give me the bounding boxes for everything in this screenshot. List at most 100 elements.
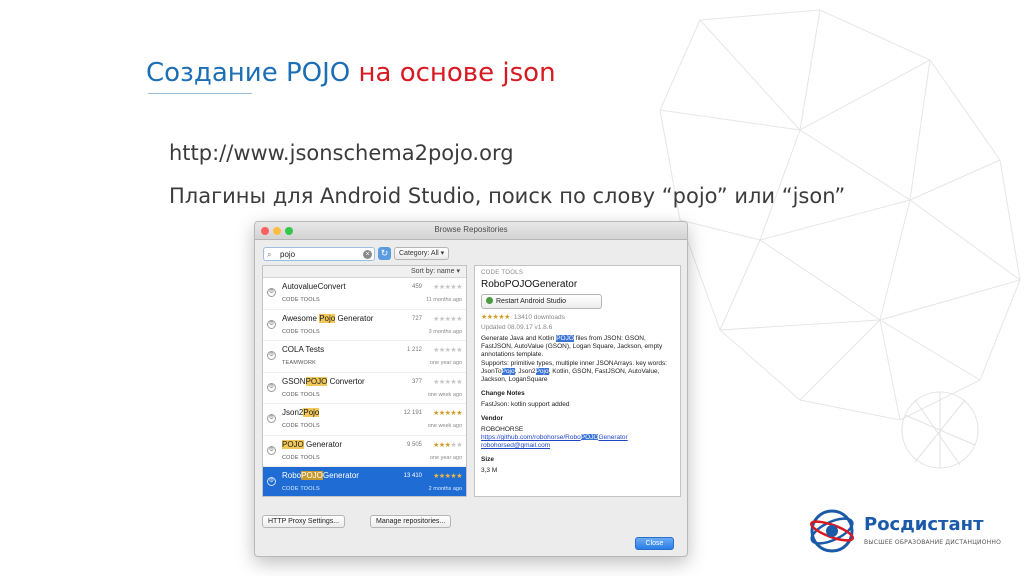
detail-plugin-name: RoboPOJOGenerator <box>481 279 578 290</box>
desc-highlight: Pojo <box>501 367 515 375</box>
plugin-category: CODE TOOLS <box>282 297 320 303</box>
change-notes-heading: Change Notes <box>481 390 525 398</box>
plugin-list-item[interactable]: ⚙ Json2Pojo CODE TOOLS 12 191 ★★★★★ one week … <box>263 404 466 436</box>
plugin-updated: one year ago <box>429 454 462 461</box>
desc-text: Generate Java and Kotlin <box>481 335 557 342</box>
plugin-name-text: COLA Tests <box>282 345 325 354</box>
plugin-name: AutovalueConvert <box>282 282 346 291</box>
change-notes-text: FastJson: kotlin support added <box>481 401 570 409</box>
desc-highlight: Pojo <box>535 367 549 375</box>
slide-title-part1: Создание POJO <box>146 58 351 88</box>
vendor-github-link[interactable]: https://github.com/robohorse/RoboPOJOGen… <box>481 434 674 442</box>
jsonschema-url: http://www.jsonschema2pojo.org <box>169 141 514 165</box>
title-underline <box>148 93 252 94</box>
plugin-name-text: Generator <box>322 471 359 480</box>
window-titlebar[interactable]: Browse Repositories <box>255 222 687 240</box>
plugin-name: POJO Generator <box>282 439 343 449</box>
vendor-email-link[interactable]: robohorsed@gmail.com <box>481 442 674 450</box>
plugin-size: 3,3 M <box>481 467 498 475</box>
close-button[interactable]: Close <box>635 537 674 550</box>
category-label: Category: All <box>399 250 439 257</box>
plugin-list-item[interactable]: ⚙ GSONPOJO Convertor CODE TOOLS 377 ★★★★★ one… <box>263 373 466 404</box>
plugin-updated: 3 months ago <box>428 328 462 335</box>
stars-filled: ★★★★★ <box>433 410 462 417</box>
chevron-down-icon: ▾ <box>456 268 460 275</box>
category-dropdown[interactable]: Category: All ▾ <box>394 247 450 260</box>
restart-android-studio-button[interactable]: Restart Android Studio <box>481 294 602 309</box>
plugin-name-text: Generator <box>303 439 343 449</box>
plugin-icon: ⚙ <box>267 445 276 455</box>
plugin-updated: 11 months ago <box>426 297 462 303</box>
plugin-list-item[interactable]: ⚙ POJO Generator CODE TOOLS 9 505 ★★★★★ one y… <box>263 436 466 467</box>
link-text: https://github.com/robohorse/Robo <box>481 434 581 442</box>
plugin-list: Sort by: name ▾ ⚙ AutovalueConvert CODE TO… <box>262 265 467 497</box>
plugin-downloads: 727 <box>411 315 422 322</box>
plugin-downloads: 459 <box>411 284 422 290</box>
plugin-name-highlight: Pojo <box>319 313 336 323</box>
search-value: pojo <box>280 250 296 259</box>
plugin-icon: ⚙ <box>267 288 276 297</box>
plugin-downloads: 13 410 <box>403 473 422 479</box>
plugin-name: COLA Tests <box>282 345 324 354</box>
vendor-heading: Vendor <box>481 415 504 423</box>
plugin-downloads: 1 212 <box>406 347 422 353</box>
plugin-list-item[interactable]: ⚙ COLA Tests TEAMWORK 1 212 ★★★★★ one year ag… <box>263 341 466 373</box>
http-proxy-settings-button[interactable]: HTTP Proxy Settings... <box>262 515 346 528</box>
plugin-rating-stars-icon: ★★★★★ <box>433 283 462 291</box>
plugin-rating-stars-icon: ★★★★★ <box>433 472 462 480</box>
plugin-updated: 2 months ago <box>428 486 462 492</box>
plugin-name-text: GSON <box>282 376 306 386</box>
slide-title: Создание POJO на основе json <box>146 58 556 88</box>
plugin-icon: ⚙ <box>267 477 276 486</box>
rating-stars-icon: ★★★★★ <box>481 314 510 321</box>
sort-label: Sort by: name <box>410 268 455 275</box>
logo-name: Росдистант <box>864 514 984 535</box>
plugin-list-item[interactable]: ⚙ RoboPOJOGenerator CODE TOOLS 13 410 ★★★★★ 2… <box>263 467 466 496</box>
plugin-name: GSONPOJO Convertor <box>282 376 365 386</box>
plugin-updated: one week ago <box>427 423 462 429</box>
detail-updated: Updated 08.09.17 v1.8.6 <box>481 324 553 331</box>
plugin-category: CODE TOOLS <box>282 328 320 335</box>
plugin-name-text: Generator <box>335 313 374 323</box>
stars-empty: ★★★★★ <box>433 347 462 354</box>
plugin-category: CODE TOOLS <box>282 423 320 429</box>
plugin-rating-stars-icon: ★★★★★ <box>433 441 462 449</box>
plugin-name-highlight: POJO <box>282 439 304 449</box>
browse-repositories-window: Browse Repositories ⌕ pojo × ↻ Category:… <box>254 221 688 557</box>
restart-icon <box>486 297 493 304</box>
plugin-name-text: Robo <box>282 471 302 480</box>
vendor-name: ROBOHORSE <box>481 426 524 434</box>
globe-logo-icon <box>809 509 855 553</box>
plugin-details: CODE TOOLS RoboPOJOGenerator Restart And… <box>474 265 681 497</box>
search-input[interactable]: ⌕ pojo × <box>263 247 375 261</box>
sort-dropdown[interactable]: Sort by: name ▾ <box>263 266 466 278</box>
size-heading: Size <box>481 456 495 464</box>
plugin-category: CODE TOOLS <box>282 391 320 398</box>
clear-search-icon[interactable]: × <box>363 250 372 259</box>
plugin-name-highlight: POJO <box>301 471 323 480</box>
plugin-rating-stars-icon: ★★★★★ <box>433 409 462 417</box>
plugin-name-text: Convertor <box>327 376 365 386</box>
stars-empty: ★★★★★ <box>433 284 462 291</box>
window-title: Browse Repositories <box>434 225 508 234</box>
detail-category: CODE TOOLS <box>481 270 524 276</box>
plugin-category: CODE TOOLS <box>282 454 320 461</box>
plugin-updated: one year ago <box>429 360 462 366</box>
stars-filled: ★★★★★ <box>433 473 462 480</box>
refresh-icon[interactable]: ↻ <box>378 247 391 260</box>
plugin-icon: ⚙ <box>267 351 276 360</box>
stars-empty: ★★ <box>450 441 462 449</box>
stars-filled: ★★★ <box>433 441 451 449</box>
plugin-name-text: AutovalueConvert <box>282 282 346 291</box>
plugin-name-highlight: POJO <box>305 376 328 386</box>
chevron-down-icon: ▾ <box>440 250 445 257</box>
manage-repositories-button[interactable]: Manage repositories... <box>370 515 452 528</box>
plugin-rating-stars-icon: ★★★★★ <box>433 315 462 323</box>
plugins-description: Плагины для Android Studio, поиск по сло… <box>169 184 846 208</box>
plugin-rating-stars-icon: ★★★★★ <box>433 378 462 386</box>
plugin-list-item[interactable]: ⚙ AutovalueConvert CODE TOOLS 459 ★★★★★ 11 mo… <box>263 278 466 310</box>
detail-description: Generate Java and Kotlin POJO files from… <box>481 335 674 384</box>
plugin-name: Awesome Pojo Generator <box>282 313 374 323</box>
logo-tagline: ВЫСШЕЕ ОБРАЗОВАНИЕ ДИСТАНЦИОННО <box>864 539 1002 546</box>
plugin-list-item[interactable]: ⚙ Awesome Pojo Generator CODE TOOLS 727 ★★★★… <box>263 310 466 341</box>
